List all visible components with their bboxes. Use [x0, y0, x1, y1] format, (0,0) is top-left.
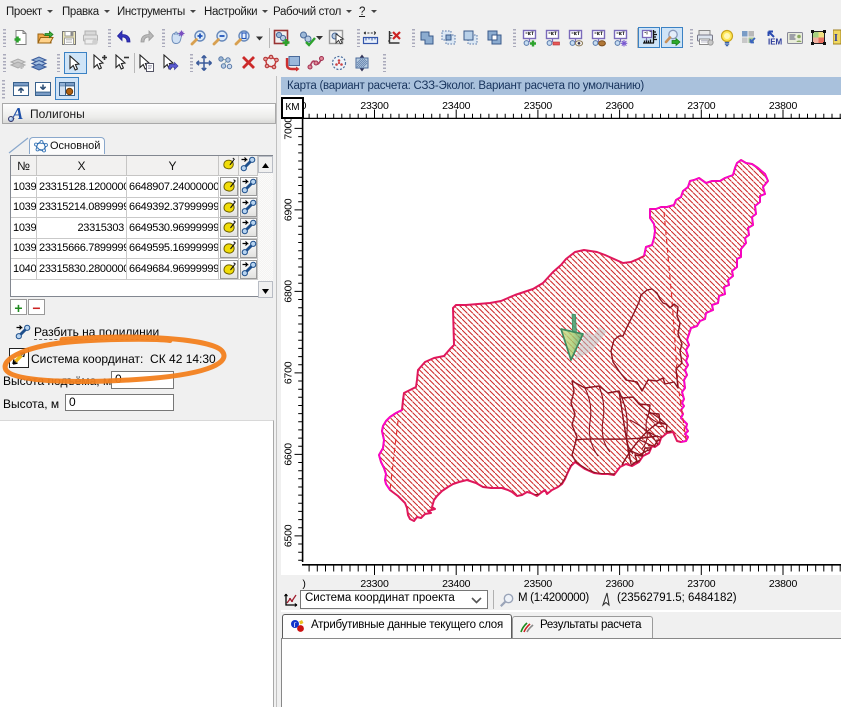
svg-text:6700: 6700: [282, 361, 294, 384]
svg-text:23600: 23600: [605, 100, 634, 112]
svg-text:6800: 6800: [282, 280, 294, 303]
svg-text:): ): [302, 578, 305, 589]
svg-text:23500: 23500: [524, 578, 553, 589]
svg-text:23700: 23700: [687, 578, 716, 589]
svg-text:I: I: [834, 33, 838, 44]
svg-text:0: 0: [304, 100, 307, 112]
svg-text:23600: 23600: [605, 578, 634, 589]
svg-text:23400: 23400: [442, 100, 471, 112]
svg-text:23800: 23800: [769, 578, 798, 589]
svg-text:23800: 23800: [769, 100, 798, 112]
svg-text:6600: 6600: [282, 443, 294, 466]
svg-text:23300: 23300: [360, 100, 389, 112]
svg-text:23700: 23700: [687, 100, 716, 112]
svg-text:6500: 6500: [282, 524, 294, 547]
svg-text:23400: 23400: [442, 578, 471, 589]
svg-text:23500: 23500: [524, 100, 553, 112]
svg-text:г: г: [294, 620, 297, 629]
svg-text:23300: 23300: [360, 578, 389, 589]
svg-text:7000: 7000: [282, 119, 294, 140]
svg-text:IEM: IEM: [768, 38, 783, 47]
svg-text:6900: 6900: [282, 198, 294, 221]
